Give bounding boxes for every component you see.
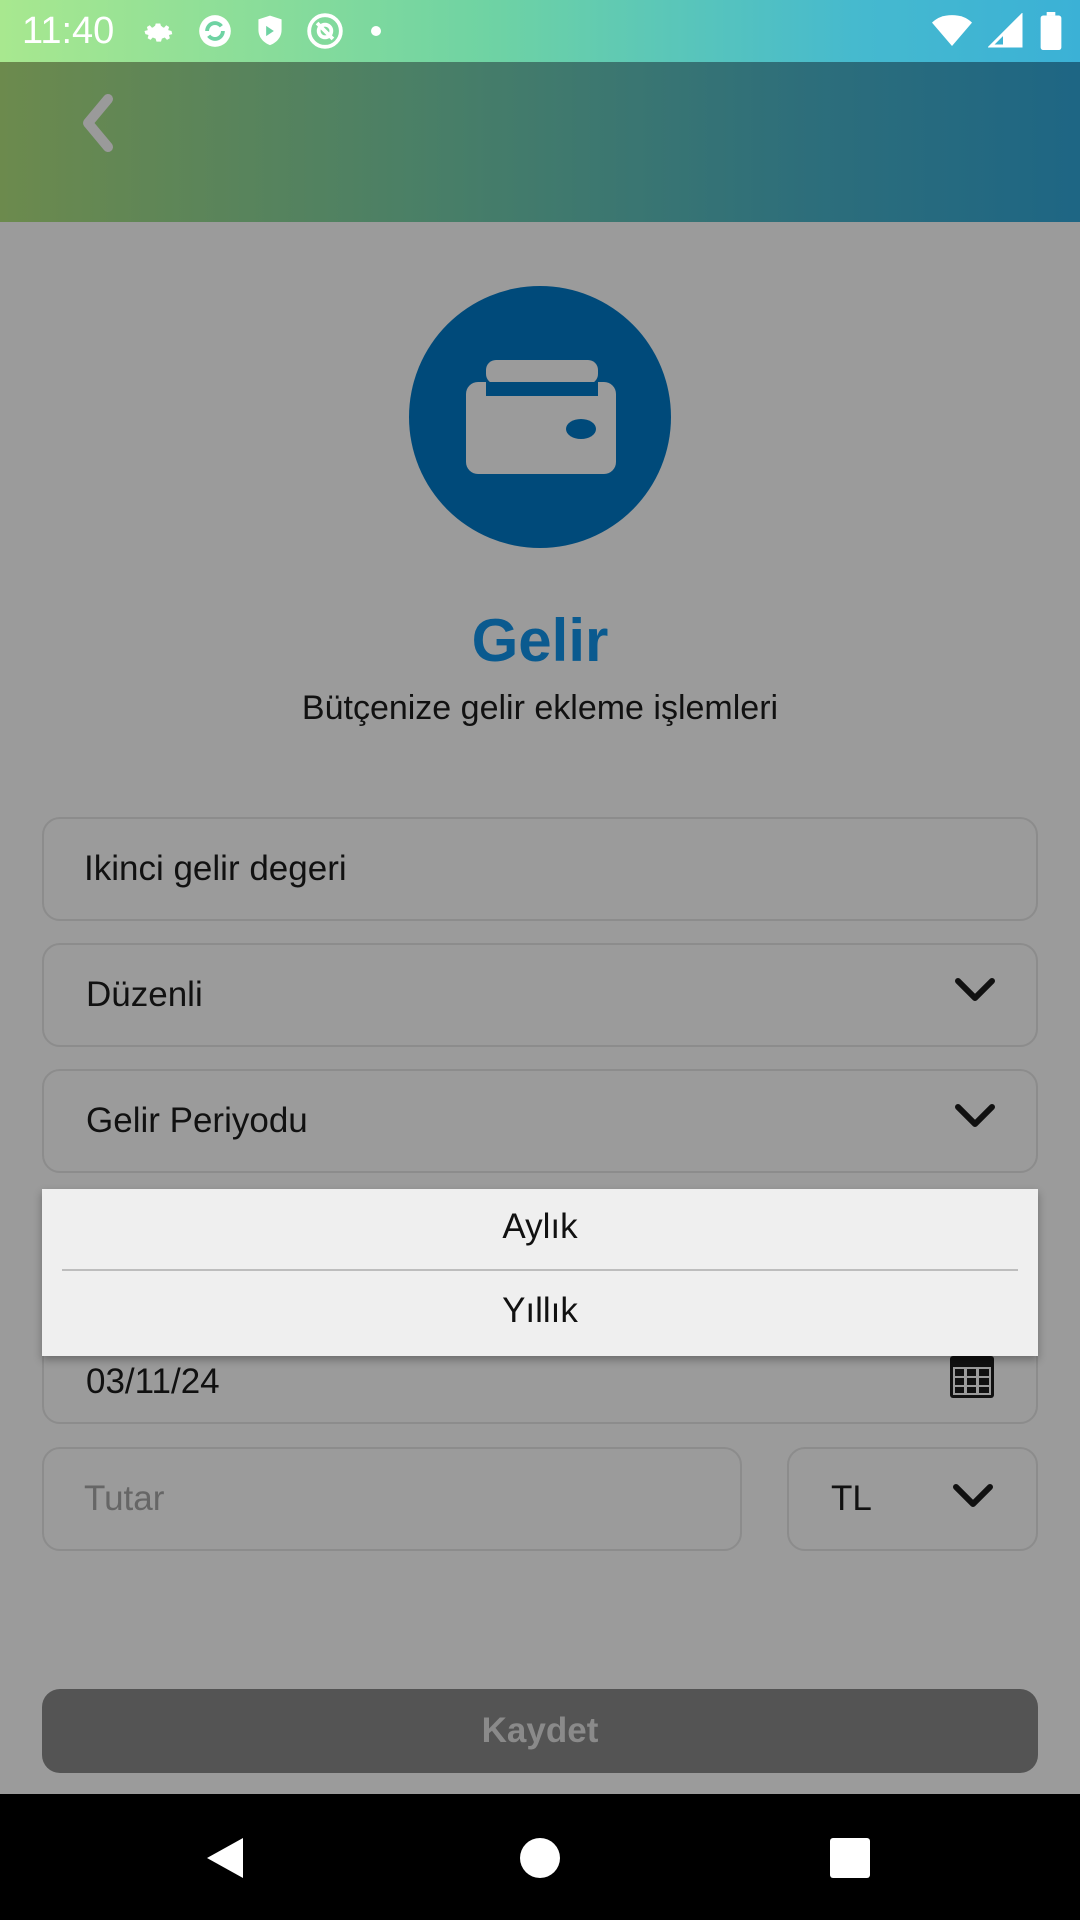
dot-icon bbox=[371, 26, 381, 36]
income-type-select[interactable]: Düzenli bbox=[42, 943, 1038, 1047]
page-subtitle: Bütçenize gelir ekleme işlemleri bbox=[301, 689, 779, 727]
nav-back-icon[interactable] bbox=[205, 1836, 245, 1880]
amount-placeholder: Tutar bbox=[84, 1479, 165, 1518]
wallet-icon bbox=[466, 360, 616, 474]
signal-icon bbox=[988, 13, 1023, 48]
amount-input[interactable]: Tutar bbox=[42, 1447, 742, 1551]
wifi-icon bbox=[932, 15, 972, 46]
save-button[interactable]: Kaydet bbox=[42, 1689, 1038, 1773]
system-nav-bar bbox=[0, 1794, 1080, 1920]
currency-select[interactable]: TL bbox=[787, 1447, 1038, 1551]
nav-home-icon[interactable] bbox=[520, 1838, 560, 1878]
shield-icon bbox=[258, 15, 282, 46]
dropdown-divider bbox=[62, 1269, 1018, 1271]
page-title: Gelir bbox=[471, 607, 609, 674]
income-name-value: Ikinci gelir degeri bbox=[84, 849, 347, 888]
at-icon bbox=[307, 13, 343, 49]
nav-recents-icon[interactable] bbox=[830, 1838, 870, 1878]
dropdown-option-yearly[interactable]: Yıllık bbox=[42, 1291, 1038, 1331]
status-bar: 11:40 bbox=[0, 0, 1080, 62]
app-bar bbox=[0, 62, 1080, 222]
sync-icon bbox=[199, 15, 231, 47]
dropdown-option-monthly[interactable]: Aylık bbox=[42, 1207, 1038, 1247]
chevron-down-icon bbox=[955, 978, 995, 1001]
hero-icon-circle bbox=[409, 286, 671, 548]
chevron-down-icon bbox=[953, 1484, 993, 1507]
back-button[interactable] bbox=[68, 88, 128, 158]
settings-icon bbox=[144, 23, 173, 42]
status-time: 11:40 bbox=[22, 10, 115, 52]
income-name-input[interactable]: Ikinci gelir degeri bbox=[42, 817, 1038, 921]
period-dropdown-menu: Aylık Yıllık bbox=[42, 1189, 1038, 1356]
status-icons-right bbox=[932, 12, 1062, 50]
chevron-down-icon bbox=[955, 1104, 995, 1127]
chevron-left-icon bbox=[83, 94, 113, 152]
battery-icon bbox=[1040, 12, 1062, 50]
currency-value: TL bbox=[831, 1479, 872, 1518]
income-period-select[interactable]: Gelir Periyodu bbox=[42, 1069, 1038, 1173]
income-type-value: Düzenli bbox=[86, 975, 203, 1014]
status-icons-left bbox=[140, 12, 388, 50]
income-period-placeholder: Gelir Periyodu bbox=[86, 1101, 308, 1140]
calendar-icon[interactable] bbox=[950, 1356, 994, 1398]
